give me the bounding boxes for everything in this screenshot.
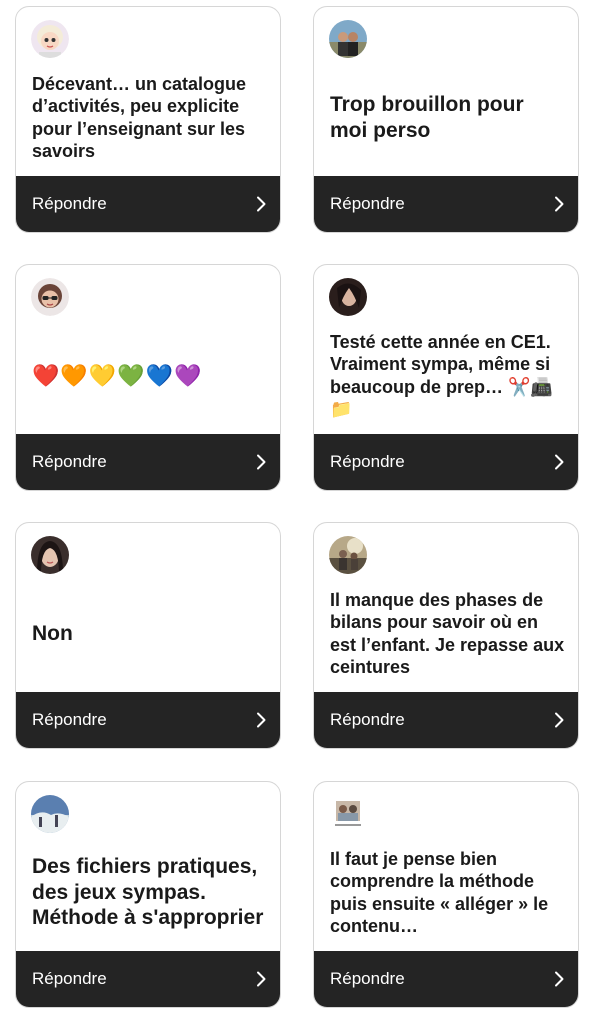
response-text: Trop brouillon pour moi perso [330, 93, 524, 142]
reply-label: Répondre [330, 710, 405, 729]
response-text: Des fichiers pratiques, des jeux sympas.… [32, 855, 264, 930]
reply-button[interactable]: Répondre [16, 176, 280, 232]
response-text: Il faut je pense bien comprendre la méth… [330, 848, 549, 937]
couple-photo-avatar [329, 20, 367, 58]
reply-label: Répondre [32, 452, 107, 471]
response-card: Il faut je pense bien comprendre la méth… [313, 781, 579, 1008]
reply-label: Répondre [32, 194, 107, 213]
landscape-photo-avatar [31, 795, 69, 833]
reply-label: Répondre [330, 194, 405, 213]
dark-hair-woman-avatar [329, 278, 367, 316]
response-card: Trop brouillon pour moi perso Répondre [313, 6, 579, 233]
response-text: Il manque des phases de bilans pour savo… [330, 589, 565, 678]
response-card: Décevant… un catalogue d’activités, peu … [15, 6, 281, 233]
response-card: Testé cette année en CE1. Vraiment sympa… [313, 264, 579, 491]
reply-button[interactable]: Répondre [314, 692, 578, 748]
reply-button[interactable]: Répondre [314, 434, 578, 490]
response-text: Non [32, 621, 73, 645]
chevron-right-icon [257, 971, 266, 987]
reply-button[interactable]: Répondre [16, 434, 280, 490]
reply-button[interactable]: Répondre [314, 951, 578, 1007]
response-card: ❤️🧡💛💚💙💜 Répondre [15, 264, 281, 491]
response-text: Décevant… un catalogue d’activités, peu … [32, 73, 247, 162]
reply-label: Répondre [32, 969, 107, 988]
response-card: Il manque des phases de bilans pour savo… [313, 522, 579, 749]
chevron-right-icon [555, 454, 564, 470]
reply-button[interactable]: Répondre [16, 692, 280, 748]
response-text: Testé cette année en CE1. Vraiment sympa… [330, 331, 553, 420]
cartoon-girl-glasses-avatar [31, 278, 69, 316]
small-photo-avatar [329, 795, 367, 833]
chevron-right-icon [257, 196, 266, 212]
chevron-right-icon [555, 196, 564, 212]
response-card: Des fichiers pratiques, des jeux sympas.… [15, 781, 281, 1008]
reply-label: Répondre [330, 969, 405, 988]
outdoor-photo-avatar [329, 536, 367, 574]
chevron-right-icon [555, 971, 564, 987]
response-text: ❤️🧡💛💚💙💜 [32, 362, 203, 388]
reply-button[interactable]: Répondre [314, 176, 578, 232]
cartoon-girl-avatar [31, 20, 69, 58]
chevron-right-icon [555, 712, 564, 728]
reply-label: Répondre [32, 710, 107, 729]
woman-portrait-avatar [31, 536, 69, 574]
reply-button[interactable]: Répondre [16, 951, 280, 1007]
chevron-right-icon [257, 712, 266, 728]
reply-label: Répondre [330, 452, 405, 471]
response-card: Non Répondre [15, 522, 281, 749]
chevron-right-icon [257, 454, 266, 470]
